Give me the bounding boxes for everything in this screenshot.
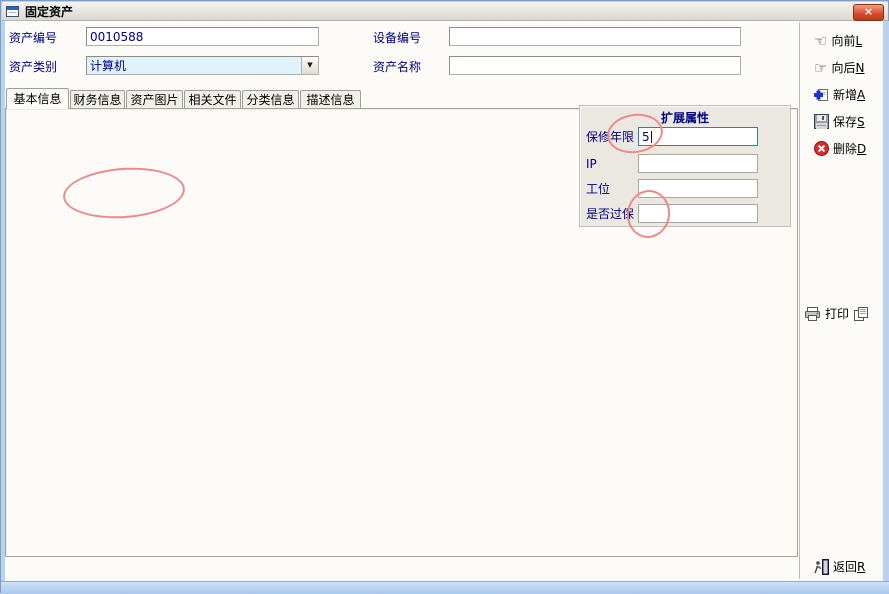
print-button-label: 打印 (825, 305, 849, 322)
save-icon (814, 114, 829, 129)
add-button[interactable]: 新增A (814, 85, 889, 104)
text-caret (651, 131, 652, 143)
tab-asset-photo[interactable]: 资产图片 (126, 90, 183, 109)
tab-finance-info[interactable]: 财务信息 (70, 90, 125, 109)
add-icon (814, 87, 829, 102)
tab-category-info[interactable]: 分类信息 (242, 90, 299, 109)
device-no-label: 设备编号 (373, 31, 421, 46)
device-no-input[interactable] (449, 27, 741, 46)
asset-no-label: 资产编号 (9, 31, 57, 46)
save-button-label: 保存S (833, 113, 865, 130)
tab-basic-info[interactable]: 基本信息 (6, 88, 69, 109)
delete-button[interactable]: 删除D (814, 139, 889, 158)
toolbar-separator (799, 22, 800, 579)
asset-class-value: 计算机 (87, 57, 301, 74)
print-preview-icon[interactable] (853, 306, 869, 322)
extended-attributes-title: 扩展属性 (580, 109, 790, 126)
delete-icon (814, 141, 829, 156)
ip-label: IP (586, 157, 597, 172)
prev-button-label: 向前L (831, 32, 862, 49)
printer-icon (804, 306, 821, 322)
asset-name-input[interactable] (449, 56, 741, 75)
tab-description-info[interactable]: 描述信息 (300, 90, 361, 109)
window-title: 固定资产 (25, 3, 73, 20)
back-button-label: 返回R (833, 558, 865, 575)
print-button[interactable]: 打印 (804, 304, 888, 323)
next-button-label: 向后N (831, 59, 864, 76)
window-icon (6, 5, 20, 18)
out-of-warranty-input[interactable] (638, 204, 758, 223)
out-of-warranty-label: 是否过保 (586, 207, 634, 222)
warranty-years-value: 5 (642, 130, 650, 144)
asset-name-label: 资产名称 (373, 60, 421, 75)
workstation-label: 工位 (586, 182, 610, 197)
warranty-years-label: 保修年限 (586, 130, 634, 145)
close-icon[interactable]: × (853, 4, 884, 21)
window: 固定资产 × 资产编号 设备编号 资产类别 计算机 ▼ 资产名称 基本信息 财务… (0, 0, 889, 593)
hand-left-icon: ☜ (814, 34, 827, 48)
warranty-years-input[interactable]: 5 (638, 127, 758, 146)
ip-input[interactable] (638, 154, 758, 173)
exit-door-icon (814, 559, 829, 575)
tab-related-files[interactable]: 相关文件 (184, 90, 241, 109)
workstation-input[interactable] (638, 179, 758, 198)
next-button[interactable]: ☞ 向后N (814, 58, 889, 77)
prev-button[interactable]: ☜ 向前L (814, 31, 889, 50)
asset-no-input[interactable] (86, 27, 319, 46)
asset-class-dropdown-button[interactable]: ▼ (301, 57, 318, 74)
add-button-label: 新增A (833, 86, 865, 103)
window-bottom-border (1, 581, 889, 594)
asset-class-combo[interactable]: 计算机 ▼ (86, 56, 319, 75)
right-border (883, 21, 889, 581)
chevron-down-icon: ▼ (307, 62, 312, 69)
hand-right-icon: ☞ (814, 61, 827, 75)
save-button[interactable]: 保存S (814, 112, 889, 131)
back-button[interactable]: 返回R (814, 557, 889, 576)
asset-class-label: 资产类别 (9, 60, 57, 75)
title-bar: 固定资产 (2, 2, 888, 21)
delete-button-label: 删除D (833, 140, 866, 157)
extended-attributes-panel: 扩展属性 保修年限 5 IP 工位 是否过保 (579, 105, 791, 227)
